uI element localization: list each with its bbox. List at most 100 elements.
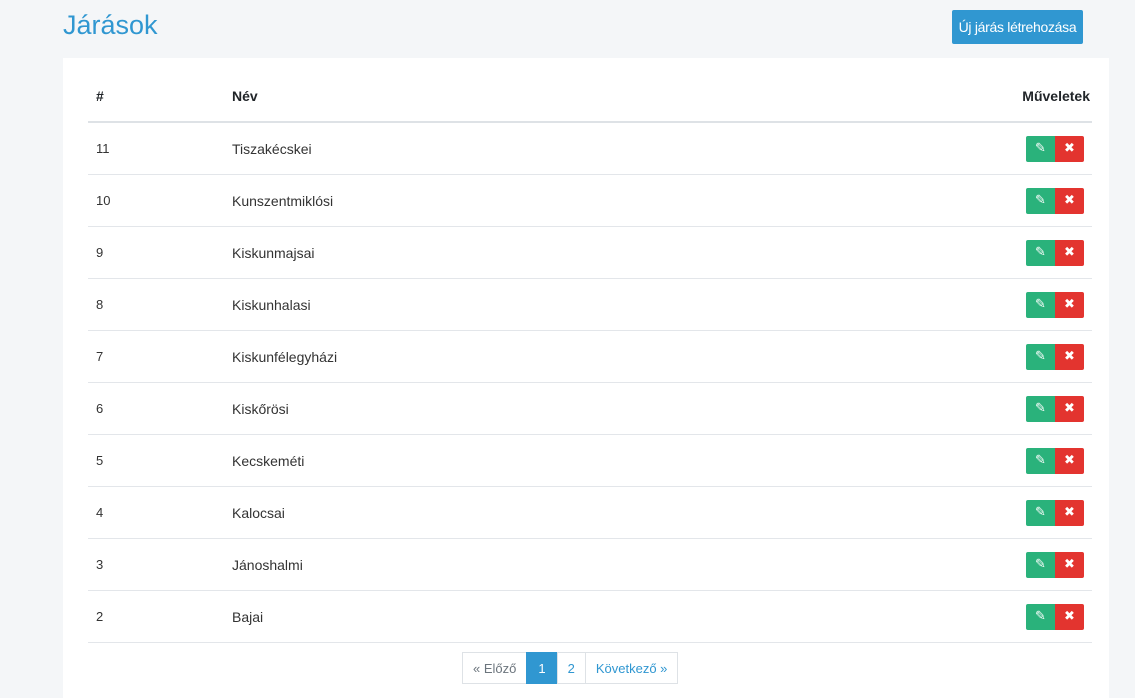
close-icon: ✖	[1064, 141, 1075, 156]
pencil-icon: ✎	[1035, 401, 1046, 416]
close-icon: ✖	[1064, 401, 1075, 416]
action-button-group: ✎ ✖	[1026, 343, 1084, 370]
table-row: 7 Kiskunfélegyházi ✎ ✖	[88, 330, 1092, 383]
row-id: 10	[88, 174, 224, 227]
column-header-actions: Műveletek	[752, 70, 1092, 123]
close-icon: ✖	[1064, 349, 1075, 364]
districts-card: # Név Műveletek 11 Tiszakécskei ✎ ✖ 10 Kunsze…	[63, 58, 1109, 698]
delete-button[interactable]: ✖	[1055, 499, 1084, 526]
pencil-icon: ✎	[1035, 245, 1046, 260]
edit-button[interactable]: ✎	[1026, 291, 1055, 318]
table-row: 5 Kecskeméti ✎ ✖	[88, 434, 1092, 487]
table-row: 10 Kunszentmiklósi ✎ ✖	[88, 174, 1092, 227]
table-row: 11 Tiszakécskei ✎ ✖	[88, 122, 1092, 175]
row-name: Kiskunfélegyházi	[224, 330, 753, 383]
column-header-name: Név	[224, 70, 753, 123]
edit-button[interactable]: ✎	[1026, 135, 1055, 162]
table-row: 3 Jánoshalmi ✎ ✖	[88, 538, 1092, 591]
row-name: Kalocsai	[224, 486, 753, 539]
action-button-group: ✎ ✖	[1026, 603, 1084, 630]
delete-button[interactable]: ✖	[1055, 187, 1084, 214]
row-name: Jánoshalmi	[224, 538, 753, 591]
close-icon: ✖	[1064, 609, 1075, 624]
edit-button[interactable]: ✎	[1026, 239, 1055, 266]
pencil-icon: ✎	[1035, 453, 1046, 468]
delete-button[interactable]: ✖	[1055, 291, 1084, 318]
edit-button[interactable]: ✎	[1026, 395, 1055, 422]
table-body: 11 Tiszakécskei ✎ ✖ 10 Kunszentmiklósi ✎ ✖ 9 Kisk…	[88, 122, 1092, 643]
action-button-group: ✎ ✖	[1026, 187, 1084, 214]
edit-button[interactable]: ✎	[1026, 499, 1055, 526]
row-actions: ✎ ✖	[752, 434, 1092, 487]
edit-button[interactable]: ✎	[1026, 343, 1055, 370]
edit-button[interactable]: ✎	[1026, 551, 1055, 578]
row-name: Kunszentmiklósi	[224, 174, 753, 227]
table-row: 6 Kiskőrösi ✎ ✖	[88, 382, 1092, 435]
row-id: 2	[88, 590, 224, 643]
row-name: Kiskunhalasi	[224, 278, 753, 331]
table-row: 4 Kalocsai ✎ ✖	[88, 486, 1092, 539]
close-icon: ✖	[1064, 505, 1075, 520]
row-id: 6	[88, 382, 224, 435]
new-district-button[interactable]: Új járás létrehozása	[952, 10, 1083, 44]
row-actions: ✎ ✖	[752, 486, 1092, 539]
row-id: 4	[88, 486, 224, 539]
column-header-id: #	[88, 70, 224, 123]
edit-button[interactable]: ✎	[1026, 603, 1055, 630]
pencil-icon: ✎	[1035, 557, 1046, 572]
row-name: Kecskeméti	[224, 434, 753, 487]
pencil-icon: ✎	[1035, 193, 1046, 208]
pencil-icon: ✎	[1035, 349, 1046, 364]
close-icon: ✖	[1064, 245, 1075, 260]
table-row: 2 Bajai ✎ ✖	[88, 590, 1092, 643]
action-button-group: ✎ ✖	[1026, 447, 1084, 474]
action-button-group: ✎ ✖	[1026, 135, 1084, 162]
action-button-group: ✎ ✖	[1026, 395, 1084, 422]
pencil-icon: ✎	[1035, 505, 1046, 520]
table-row: 8 Kiskunhalasi ✎ ✖	[88, 278, 1092, 331]
action-button-group: ✎ ✖	[1026, 239, 1084, 266]
row-actions: ✎ ✖	[752, 278, 1092, 331]
row-name: Kiskőrösi	[224, 382, 753, 435]
close-icon: ✖	[1064, 297, 1075, 312]
action-button-group: ✎ ✖	[1026, 291, 1084, 318]
pagination-page-2[interactable]: 2	[556, 652, 586, 684]
row-actions: ✎ ✖	[752, 174, 1092, 227]
row-actions: ✎ ✖	[752, 538, 1092, 591]
row-actions: ✎ ✖	[752, 122, 1092, 175]
edit-button[interactable]: ✎	[1026, 447, 1055, 474]
row-id: 8	[88, 278, 224, 331]
delete-button[interactable]: ✖	[1055, 135, 1084, 162]
delete-button[interactable]: ✖	[1055, 551, 1084, 578]
close-icon: ✖	[1064, 453, 1075, 468]
page-title: Járások	[63, 10, 158, 40]
action-button-group: ✎ ✖	[1026, 499, 1084, 526]
table-row: 9 Kiskunmajsai ✎ ✖	[88, 226, 1092, 279]
delete-button[interactable]: ✖	[1055, 343, 1084, 370]
delete-button[interactable]: ✖	[1055, 603, 1084, 630]
pagination-prev[interactable]: « Előző	[462, 652, 528, 684]
row-id: 3	[88, 538, 224, 591]
pencil-icon: ✎	[1035, 609, 1046, 624]
row-id: 11	[88, 122, 224, 175]
row-name: Tiszakécskei	[224, 122, 753, 175]
close-icon: ✖	[1064, 557, 1075, 572]
delete-button[interactable]: ✖	[1055, 395, 1084, 422]
edit-button[interactable]: ✎	[1026, 187, 1055, 214]
row-actions: ✎ ✖	[752, 590, 1092, 643]
pagination-page-1[interactable]: 1	[526, 652, 558, 684]
delete-button[interactable]: ✖	[1055, 239, 1084, 266]
pencil-icon: ✎	[1035, 141, 1046, 156]
row-id: 5	[88, 434, 224, 487]
delete-button[interactable]: ✖	[1055, 447, 1084, 474]
row-actions: ✎ ✖	[752, 330, 1092, 383]
row-id: 7	[88, 330, 224, 383]
row-actions: ✎ ✖	[752, 226, 1092, 279]
row-name: Kiskunmajsai	[224, 226, 753, 279]
row-name: Bajai	[224, 590, 753, 643]
close-icon: ✖	[1064, 193, 1075, 208]
districts-table: # Név Műveletek 11 Tiszakécskei ✎ ✖ 10 Kunsze…	[88, 70, 1092, 643]
action-button-group: ✎ ✖	[1026, 551, 1084, 578]
pagination: « Előző 1 2 Következő »	[462, 652, 679, 684]
pagination-next[interactable]: Következő »	[584, 652, 679, 684]
